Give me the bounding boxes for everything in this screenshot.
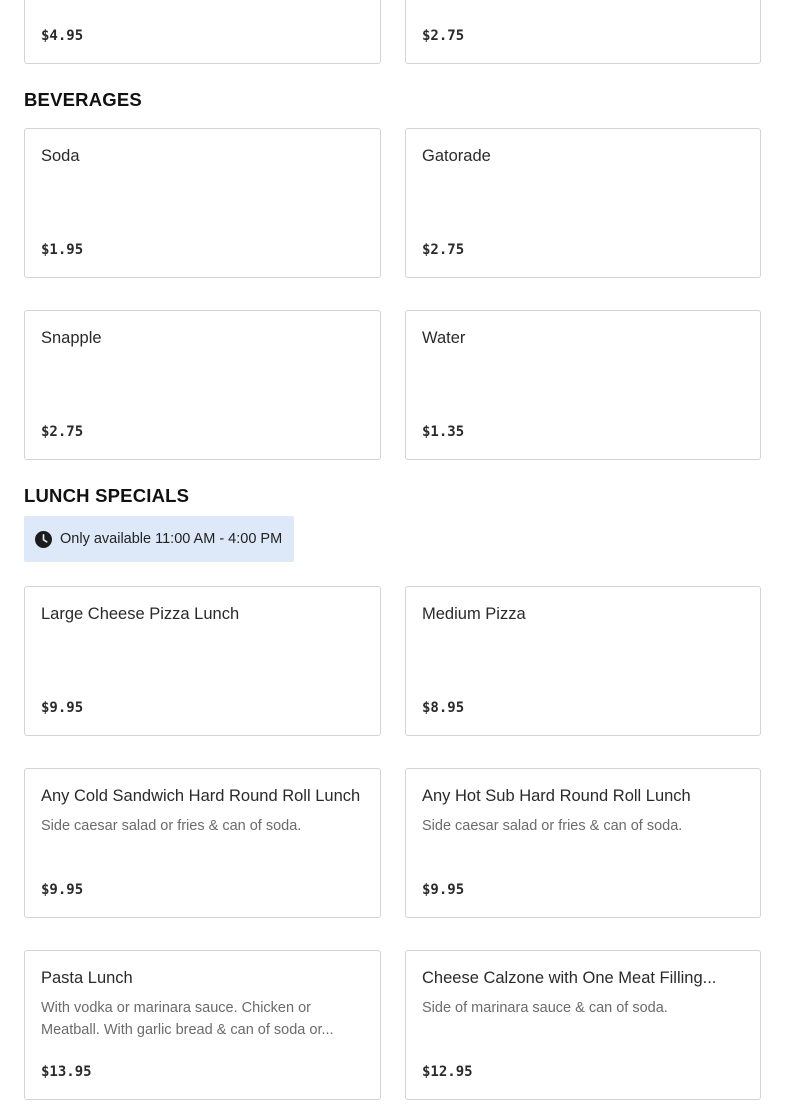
- item-name: Water: [422, 329, 466, 347]
- item-name: Medium Pizza: [422, 605, 526, 623]
- item-description: With vodka or marinara sauce. Chicken or…: [41, 1000, 334, 1038]
- menu-item-card[interactable]: Soda $1.95: [24, 128, 381, 278]
- availability-text: Only available 11:00 AM - 4:00 PM: [60, 531, 283, 547]
- item-name: Large Cheese Pizza Lunch: [41, 605, 240, 623]
- menu-item-card[interactable]: Pasta Lunch With vodka or marinara sauce…: [24, 950, 381, 1100]
- section-title-beverages: BEVERAGES: [24, 89, 142, 110]
- menu-item-card[interactable]: $2.75: [405, 0, 761, 64]
- item-price: $12.95: [422, 1064, 473, 1080]
- menu-item-card[interactable]: Snapple $2.75: [24, 310, 381, 460]
- menu-item-card[interactable]: Large Cheese Pizza Lunch $9.95: [24, 586, 381, 736]
- item-name: Gatorade: [422, 147, 491, 165]
- item-description: Side of marinara sauce & can of soda.: [422, 1000, 668, 1016]
- item-price: $1.35: [422, 424, 465, 440]
- item-price: $2.75: [422, 242, 465, 258]
- item-name: Soda: [41, 147, 80, 165]
- item-price: $8.95: [422, 700, 465, 716]
- menu-item-card[interactable]: Any Cold Sandwich Hard Round Roll Lunch …: [24, 768, 381, 918]
- item-price: $13.95: [41, 1064, 92, 1080]
- item-name: Snapple: [41, 329, 102, 347]
- item-price: $1.95: [41, 242, 84, 258]
- item-description: Side caesar salad or fries & can of soda…: [41, 818, 302, 834]
- item-price: $9.95: [41, 700, 84, 716]
- item-description: Side caesar salad or fries & can of soda…: [422, 818, 683, 834]
- menu-item-card[interactable]: Cheese Calzone with One Meat Filling... …: [405, 950, 761, 1100]
- item-name: Any Cold Sandwich Hard Round Roll Lunch: [41, 787, 361, 805]
- menu-item-card[interactable]: Medium Pizza $8.95: [405, 586, 761, 736]
- item-name: Any Hot Sub Hard Round Roll Lunch: [422, 787, 691, 805]
- item-price: $4.95: [41, 28, 84, 44]
- availability-notice: Only available 11:00 AM - 4:00 PM: [24, 516, 294, 562]
- item-price: $2.75: [41, 424, 84, 440]
- clock-icon: [35, 530, 52, 548]
- menu-item-card[interactable]: $4.95: [24, 0, 381, 64]
- item-price: $9.95: [422, 882, 465, 898]
- menu-item-card[interactable]: Water $1.35: [405, 310, 761, 460]
- item-price: $2.75: [422, 28, 465, 44]
- item-name: Cheese Calzone with One Meat Filling...: [422, 969, 717, 987]
- menu-item-card[interactable]: Any Hot Sub Hard Round Roll Lunch Side c…: [405, 768, 761, 918]
- item-name: Pasta Lunch: [41, 969, 133, 987]
- item-price: $9.95: [41, 882, 84, 898]
- menu-item-card[interactable]: Gatorade $2.75: [405, 128, 761, 278]
- section-title-lunch-specials: LUNCH SPECIALS: [24, 485, 190, 506]
